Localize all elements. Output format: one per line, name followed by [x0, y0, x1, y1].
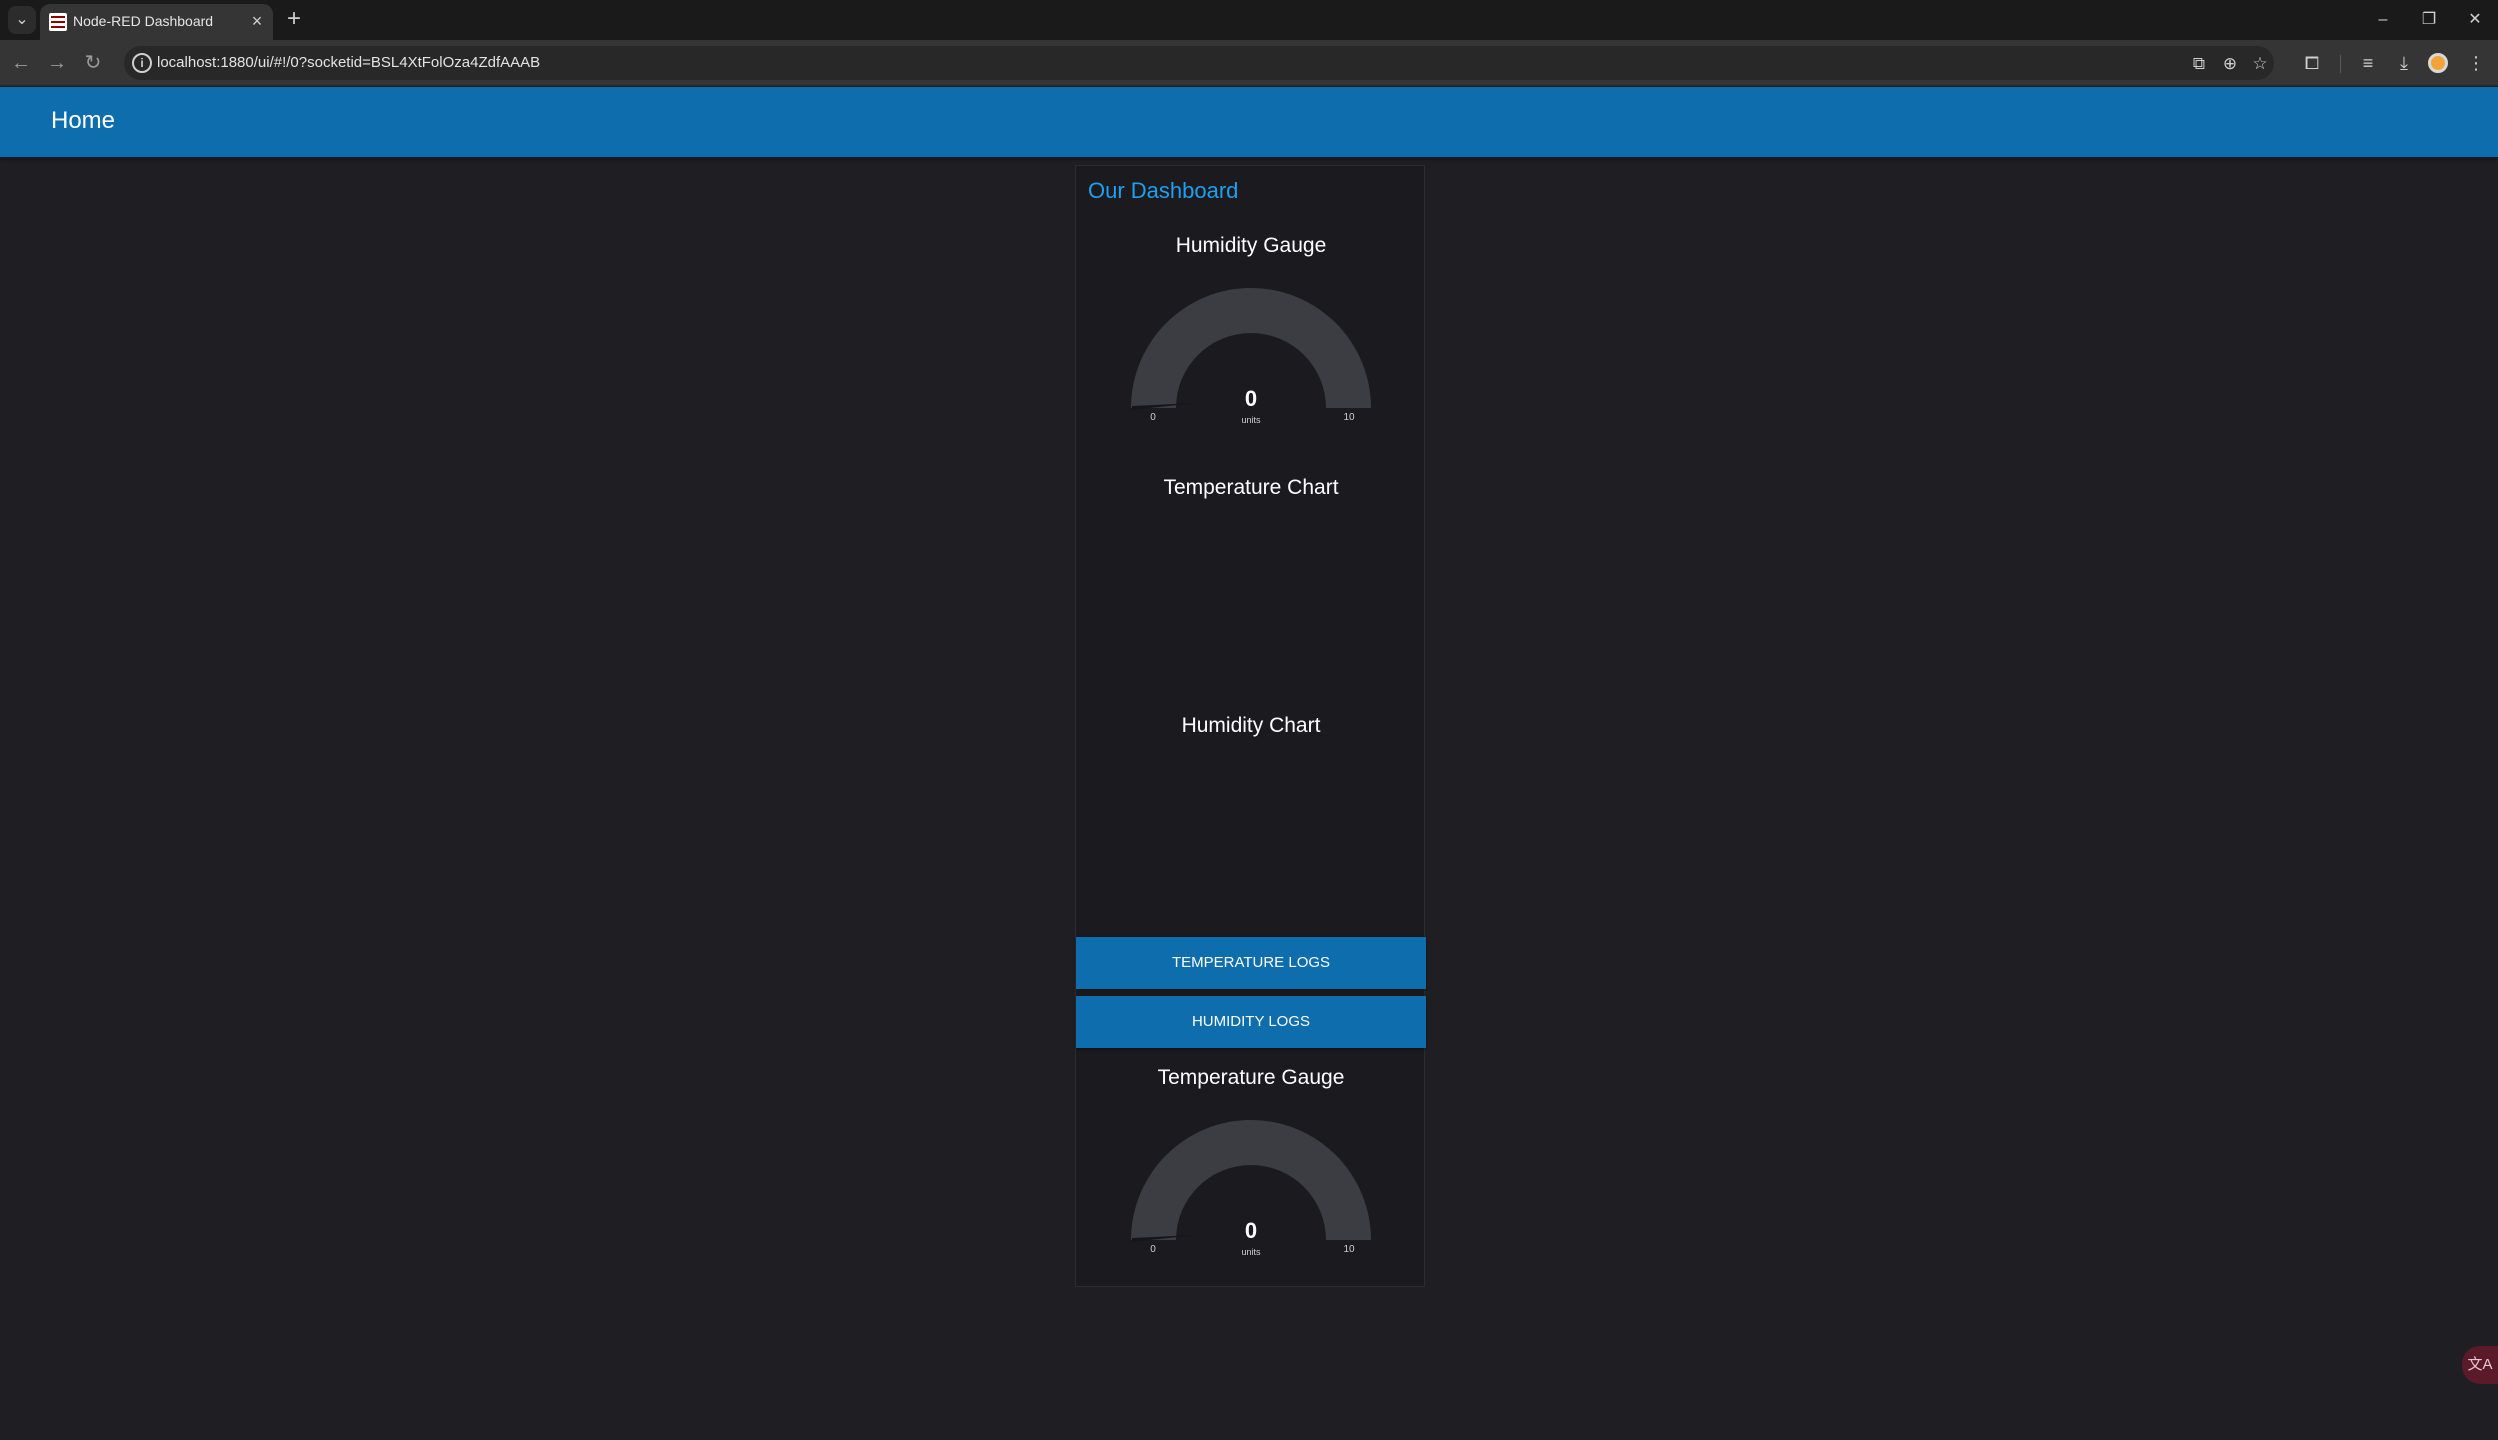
- new-tab-button[interactable]: +: [280, 6, 308, 34]
- translate-icon[interactable]: 文A: [2462, 1346, 2498, 1384]
- humidity-logs-button[interactable]: HUMIDITY LOGS: [1076, 996, 1426, 1048]
- site-info-icon[interactable]: i: [132, 53, 152, 73]
- media-controls-icon[interactable]: ≡: [2354, 49, 2382, 77]
- forward-button[interactable]: →: [42, 48, 72, 78]
- group-title: Our Dashboard: [1088, 178, 1239, 203]
- tab-search-button[interactable]: ⌄: [8, 6, 36, 34]
- browser-toolbar: ← → ↻ i localhost:1880/ui/#!/0?socketid=…: [0, 40, 2498, 86]
- gauge-min: 0: [1150, 1244, 1156, 1255]
- gauge-units: units: [1241, 1247, 1261, 1257]
- toolbar-divider: [2340, 55, 2341, 73]
- humidity-gauge: 0 units 0 10: [1076, 266, 1426, 426]
- node-red-favicon-icon: [49, 13, 67, 31]
- temperature-chart: [1086, 511, 1416, 696]
- close-window-button[interactable]: ✕: [2458, 6, 2492, 34]
- dashboard-header: Home: [0, 87, 2498, 157]
- gauge-value: 0: [1245, 1218, 1257, 1243]
- gauge-units: units: [1241, 415, 1261, 425]
- temperature-gauge-title: Temperature Gauge: [1157, 1066, 1345, 1089]
- temperature-gauge: 0 units 0 10: [1076, 1098, 1426, 1258]
- browser-tabstrip: ⌄ Node-RED Dashboard × + – ❐ ✕: [0, 0, 2498, 40]
- address-bar[interactable]: i localhost:1880/ui/#!/0?socketid=BSL4Xt…: [124, 46, 2274, 80]
- restore-button[interactable]: ❐: [2412, 6, 2446, 34]
- gauge-max: 10: [1343, 1244, 1355, 1255]
- back-button[interactable]: ←: [6, 48, 36, 78]
- bookmark-star-icon[interactable]: ☆: [2248, 52, 2272, 76]
- url-text[interactable]: localhost:1880/ui/#!/0?socketid=BSL4XtFo…: [157, 54, 540, 71]
- browser-tab[interactable]: Node-RED Dashboard ×: [40, 4, 273, 40]
- page-title: Home: [51, 107, 116, 134]
- reload-button[interactable]: ↻: [78, 48, 108, 78]
- dashboard-group: Our Dashboard Humidity Gauge 0 units 0 1…: [1075, 165, 1426, 1287]
- gauge-max: 10: [1343, 412, 1355, 423]
- tab-title: Node-RED Dashboard: [73, 13, 214, 29]
- minimize-button[interactable]: –: [2366, 6, 2400, 34]
- temperature-logs-button[interactable]: TEMPERATURE LOGS: [1076, 937, 1426, 989]
- temperature-chart-title: Temperature Chart: [1163, 476, 1339, 499]
- gauge-min: 0: [1150, 412, 1156, 423]
- gauge-value: 0: [1245, 386, 1257, 411]
- humidity-chart-title: Humidity Chart: [1181, 714, 1321, 737]
- download-icon[interactable]: ⤓: [2390, 49, 2418, 77]
- profile-avatar[interactable]: [2428, 53, 2448, 73]
- humidity-chart: [1086, 749, 1416, 939]
- install-app-icon[interactable]: ⧉: [2187, 52, 2211, 76]
- zoom-icon[interactable]: ⊕: [2218, 52, 2242, 76]
- extensions-icon[interactable]: ⧠: [2298, 49, 2326, 77]
- tab-close-icon[interactable]: ×: [246, 10, 268, 32]
- humidity-gauge-title: Humidity Gauge: [1175, 234, 1327, 257]
- browser-menu-icon[interactable]: ⋮: [2462, 49, 2490, 77]
